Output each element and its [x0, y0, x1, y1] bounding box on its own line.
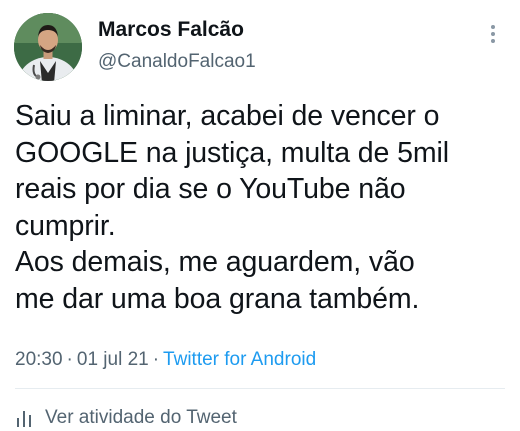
tweet-text: Saiu a liminar, acabei de vencer o GOOGL… — [15, 98, 510, 317]
more-options-button[interactable] — [482, 22, 504, 46]
tweet-source-link[interactable]: Twitter for Android — [163, 349, 316, 370]
tweet-text-line: Saiu a liminar, acabei de vencer o — [15, 100, 440, 132]
tweet-text-line: reais por dia se o YouTube não — [15, 173, 406, 205]
author-handle[interactable]: @CanaldoFalcao1 — [98, 50, 458, 74]
meta-separator: · — [152, 349, 160, 370]
author-avatar[interactable] — [14, 13, 82, 81]
tweet-date[interactable]: 01 jul 21 — [77, 349, 149, 370]
tweet-text-line: cumprir. — [15, 209, 116, 242]
author-display-name[interactable]: Marcos Falcão — [98, 17, 458, 43]
tweet-metadata: 20:30 · 01 jul 21 · Twitter for Android — [15, 347, 316, 373]
divider — [15, 388, 505, 389]
author-info: Marcos Falcão @CanaldoFalcao1 — [98, 17, 458, 74]
tweet-text-line: Aos demais, me aguardem, vão — [15, 246, 415, 278]
meta-separator: · — [66, 349, 73, 370]
tweet-time[interactable]: 20:30 — [15, 349, 63, 370]
tweet-text-line: me dar uma boa grana também. — [15, 282, 420, 315]
tweet-text-line: GOOGLE na justiça, multa de 5mil — [15, 136, 449, 169]
bar-chart-icon — [15, 408, 37, 428]
tweet-activity-button[interactable]: Ver atividade do Tweet — [15, 405, 237, 431]
tweet: Marcos Falcão @CanaldoFalcao1 Saiu a lim… — [0, 0, 520, 428]
tweet-activity-label: Ver atividade do Tweet — [45, 407, 237, 428]
vertical-ellipsis-icon — [491, 25, 495, 43]
